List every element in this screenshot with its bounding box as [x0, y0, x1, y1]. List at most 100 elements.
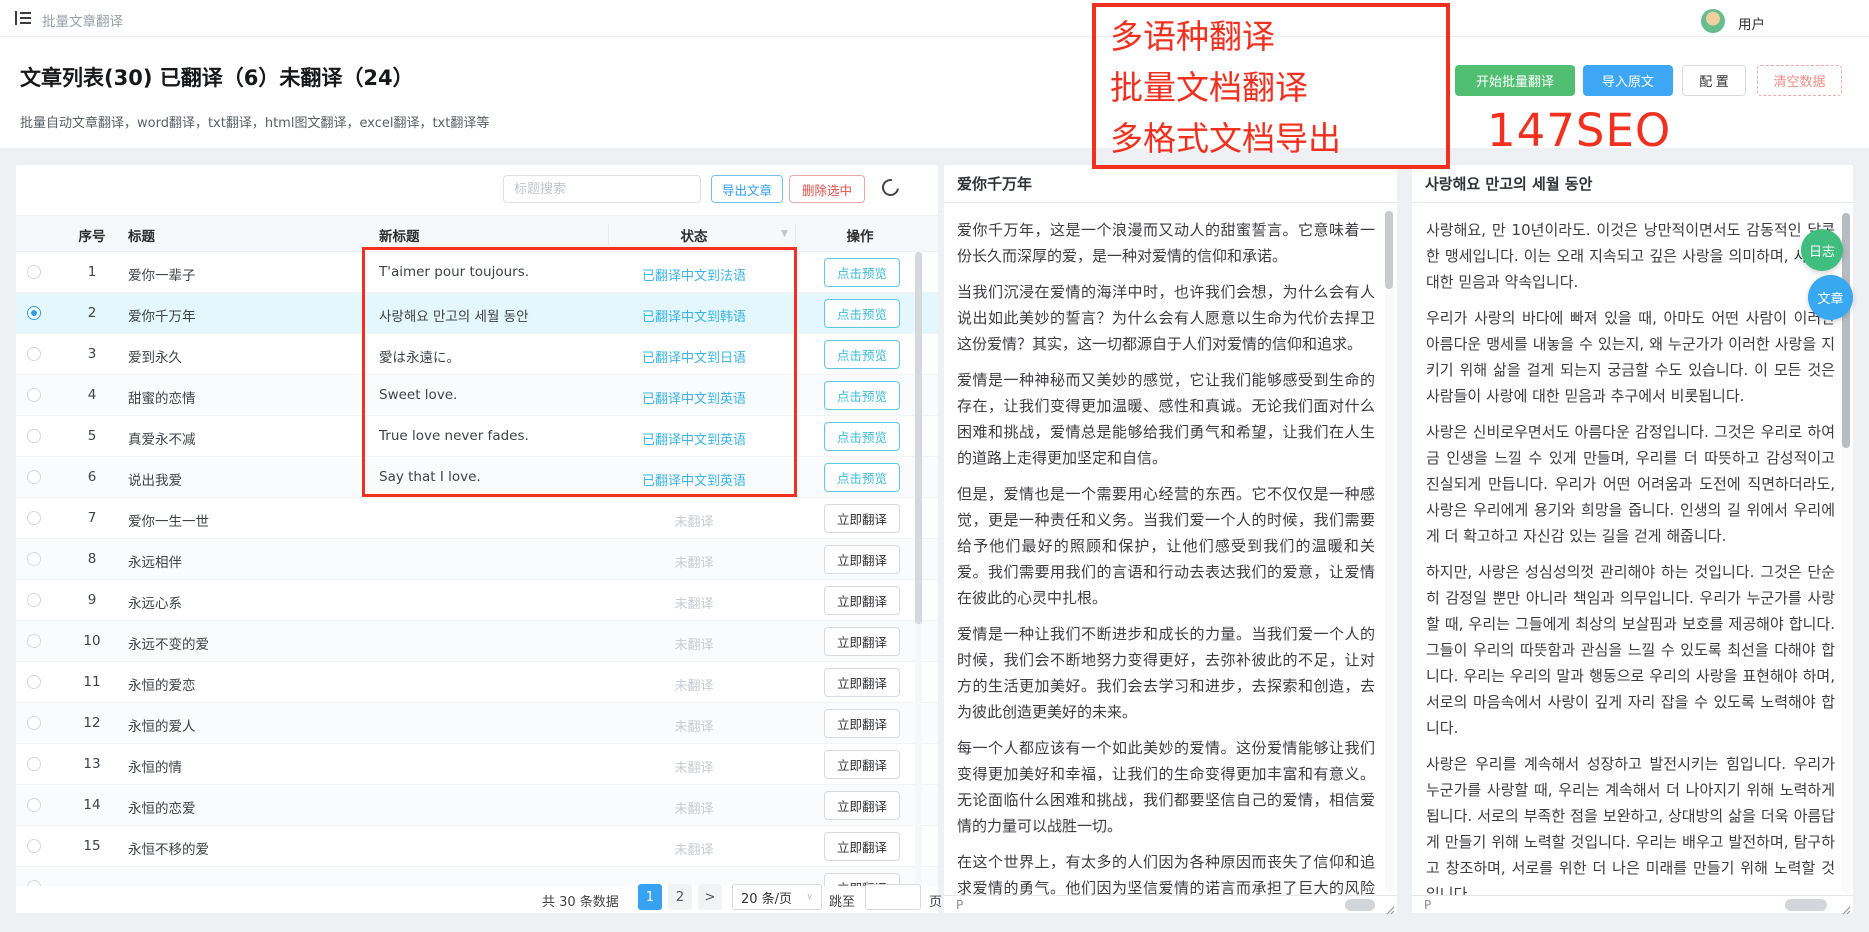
paragraph: 每一个人都应该有一个如此美妙的爱情。这份爱情能够让我们变得更加美好和幸福，让我们… [957, 735, 1375, 839]
jump-unit-label: 页 [929, 891, 942, 910]
jump-page-input[interactable] [865, 884, 921, 910]
delete-selected-button[interactable]: 删除选中 [789, 175, 865, 203]
translate-now-button[interactable]: 立即翻译 [824, 668, 900, 697]
translate-now-button[interactable]: 立即翻译 [824, 586, 900, 615]
paragraph: 爱情是一种神秘而又美妙的感觉，它让我们能够感受到生命的存在，让我们变得更加温暖、… [957, 367, 1375, 471]
preview-button[interactable]: 点击预览 [824, 463, 900, 492]
preview-button[interactable]: 点击预览 [824, 258, 900, 287]
table-row[interactable]: 5真爱永不减True love never fades.已翻译中文到英语点击预览 [16, 416, 938, 457]
config-button[interactable]: 配 置 [1682, 65, 1746, 96]
table-row[interactable]: 11永恒的爱恋未翻译立即翻译 [16, 662, 938, 703]
table-row[interactable]: 1爱你一辈子T'aimer pour toujours.已翻译中文到法语点击预览 [16, 252, 938, 293]
row-radio[interactable] [27, 388, 41, 402]
import-source-button[interactable]: 导入原文 [1583, 65, 1673, 96]
row-title: 真爱永不减 [128, 428, 196, 448]
row-status[interactable]: 已翻译中文到法语 [606, 265, 782, 284]
preview-button[interactable]: 点击预览 [824, 340, 900, 369]
row-radio[interactable] [27, 880, 41, 886]
table-scrollbar[interactable] [915, 252, 922, 886]
table-row[interactable]: 6说出我爱Say that I love.已翻译中文到英语点击预览 [16, 457, 938, 498]
row-radio[interactable] [27, 675, 41, 689]
app-title: 批量文章翻译 [42, 10, 123, 30]
row-status[interactable]: 已翻译中文到韩语 [606, 306, 782, 325]
row-radio[interactable] [27, 265, 41, 279]
table-row[interactable]: 4甜蜜的恋情Sweet love.已翻译中文到英语点击预览 [16, 375, 938, 416]
article-body[interactable]: 爱你千万年，这是一个浪漫而又动人的甜蜜誓言。它意味着一份长久而深厚的爱，是一种对… [957, 203, 1375, 895]
translate-now-button[interactable]: 立即翻译 [824, 545, 900, 574]
row-status[interactable]: 已翻译中文到英语 [606, 470, 782, 489]
col-header-index: 序号 [72, 225, 112, 245]
table-row[interactable]: 14永恒的恋爱未翻译立即翻译 [16, 785, 938, 826]
preview-button[interactable]: 点击预览 [824, 381, 900, 410]
translate-now-button[interactable]: 立即翻译 [824, 709, 900, 738]
avatar[interactable] [1701, 9, 1725, 33]
translation-title: 사랑해요 만고의 세월 동안 [1412, 165, 1853, 203]
translation-body[interactable]: 사랑해요, 만 10년이라도. 이것은 낭만적이면서도 감동적인 달콤한 맹세입… [1426, 203, 1835, 895]
translate-now-button[interactable]: 立即翻译 [824, 791, 900, 820]
row-radio[interactable] [27, 470, 41, 484]
start-batch-translate-button[interactable]: 开始批量翻译 [1455, 65, 1575, 96]
paragraph: 爱你千万年，这是一个浪漫而又动人的甜蜜誓言。它意味着一份长久而深厚的爱，是一种对… [957, 217, 1375, 269]
preview-button[interactable]: 点击预览 [824, 422, 900, 451]
page-size-select[interactable]: 20 条/页 ∨ [732, 884, 822, 910]
translate-now-button[interactable]: 立即翻译 [824, 627, 900, 656]
table-row[interactable]: 7爱你一生一世未翻译立即翻译 [16, 498, 938, 539]
row-status[interactable]: 已翻译中文到英语 [606, 388, 782, 407]
horizontal-scroll-thumb[interactable] [1785, 899, 1827, 911]
translation-scrollbar-thumb[interactable] [1842, 213, 1850, 448]
source-scrollbar[interactable] [1385, 207, 1393, 893]
row-radio[interactable] [27, 552, 41, 566]
table-row[interactable]: 10永远不变的爱未翻译立即翻译 [16, 621, 938, 662]
row-radio[interactable] [27, 511, 41, 525]
translate-now-button[interactable]: 立即翻译 [824, 504, 900, 533]
row-title: 永恒的爱恋 [128, 674, 196, 694]
paragraph: 爱情是一种让我们不断进步和成长的力量。当我们爱一个人的时候，我们会不断地努力变得… [957, 621, 1375, 725]
paragraph: 在这个世界上，有太多的人们因为各种原因而丧失了信仰和追求爱情的勇气。他们因为坚信… [957, 849, 1375, 895]
translate-now-button[interactable]: 立即翻译 [824, 832, 900, 861]
pagination-next[interactable]: > [698, 884, 722, 910]
row-radio[interactable] [27, 593, 41, 607]
element-path-tag: P [956, 898, 963, 912]
table-row[interactable]: 13永恒的情未翻译立即翻译 [16, 744, 938, 785]
article-float-button[interactable]: 文章 [1808, 275, 1853, 320]
horizontal-scroll-thumb[interactable] [1345, 899, 1375, 911]
row-status: 未翻译 [606, 552, 782, 571]
row-title: 永恒的恋爱 [128, 797, 196, 817]
row-new-title: T'aimer pour toujours. [379, 264, 529, 280]
preview-button[interactable]: 点击预览 [824, 299, 900, 328]
translate-now-button[interactable]: 立即翻译 [824, 750, 900, 779]
table-scrollbar-thumb[interactable] [915, 252, 922, 624]
table-row[interactable]: 12永恒的爱人未翻译立即翻译 [16, 703, 938, 744]
pagination-page-1[interactable]: 1 [638, 884, 662, 910]
table-row[interactable]: 3爱到永久愛は永遠に。已翻译中文到日语点击预览 [16, 334, 938, 375]
resize-grip-icon[interactable] [1839, 900, 1851, 912]
row-status: 未翻译 [606, 716, 782, 735]
resize-grip-icon[interactable] [1383, 900, 1395, 912]
refresh-icon[interactable] [879, 176, 903, 200]
row-radio[interactable] [27, 347, 41, 361]
row-radio[interactable] [27, 429, 41, 443]
topbar-divider [0, 36, 1869, 37]
table-row[interactable]: 15永恒不移的爱未翻译立即翻译 [16, 826, 938, 867]
row-radio[interactable] [27, 634, 41, 648]
menu-fold-icon[interactable] [14, 9, 32, 27]
source-scrollbar-thumb[interactable] [1385, 211, 1393, 289]
row-status[interactable]: 已翻译中文到日语 [606, 347, 782, 366]
log-float-button[interactable]: 日志 [1801, 229, 1843, 271]
row-index: 6 [72, 469, 112, 485]
table-row[interactable]: 2爱你千万年사랑해요 만고의 세월 동안已翻译中文到韩语点击预览 [16, 293, 938, 334]
row-radio[interactable] [27, 757, 41, 771]
row-radio[interactable] [27, 306, 41, 320]
row-radio[interactable] [27, 716, 41, 730]
search-input[interactable] [503, 175, 701, 203]
table-row[interactable]: 9永远心系未翻译立即翻译 [16, 580, 938, 621]
export-articles-button[interactable]: 导出文章 [711, 175, 783, 203]
sort-caret-icon[interactable]: ▼ [781, 229, 788, 239]
clear-data-button[interactable]: 清空数据 [1757, 65, 1842, 96]
table-row[interactable]: 8永远相伴未翻译立即翻译 [16, 539, 938, 580]
row-status[interactable]: 已翻译中文到英语 [606, 429, 782, 448]
row-radio[interactable] [27, 839, 41, 853]
pagination-page-2[interactable]: 2 [668, 884, 692, 910]
row-radio[interactable] [27, 798, 41, 812]
translation-editor-footer: P [1412, 895, 1853, 913]
